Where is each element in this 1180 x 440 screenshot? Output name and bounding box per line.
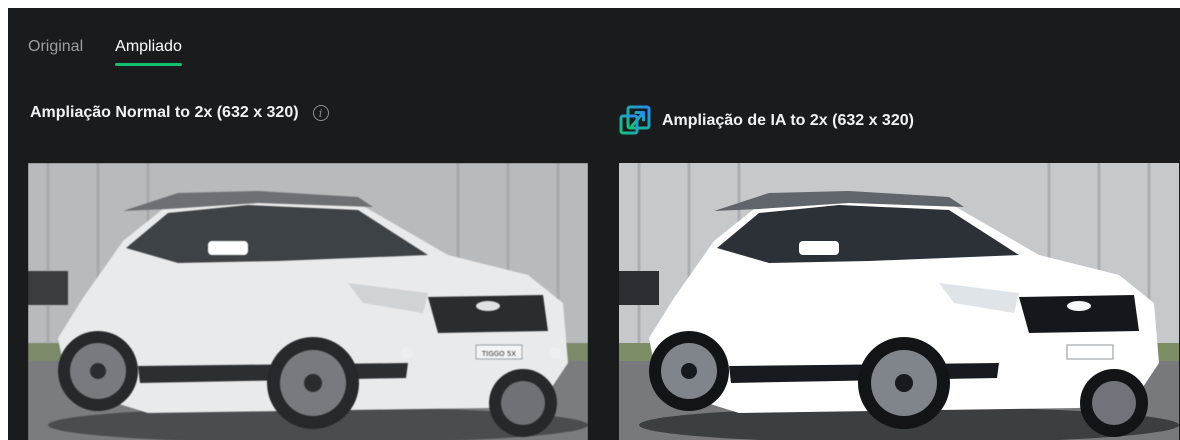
info-icon[interactable]: i — [312, 105, 329, 121]
tab-ampliado[interactable]: Ampliado — [115, 38, 182, 66]
car-badge: TIGGO 5X — [481, 350, 516, 358]
normal-upscale-image: TIGGO 5X — [28, 163, 588, 440]
view-tabs: Original Ampliado — [28, 38, 182, 66]
image-upscale-comparison: Original Ampliado Ampliação Normal to 2x… — [8, 8, 1180, 440]
ai-upscale-image — [619, 163, 1179, 440]
tab-original[interactable]: Original — [28, 38, 83, 66]
normal-upscale-header: Ampliação Normal to 2x (632 x 320) i — [30, 104, 329, 122]
ai-upscale-header: Ampliação de IA to 2x (632 x 320) — [618, 104, 914, 138]
ai-upscale-icon — [618, 104, 652, 138]
ai-upscale-title: Ampliação de IA to 2x (632 x 320) — [662, 112, 914, 129]
normal-upscale-title: Ampliação Normal to 2x (632 x 320) — [30, 104, 299, 121]
